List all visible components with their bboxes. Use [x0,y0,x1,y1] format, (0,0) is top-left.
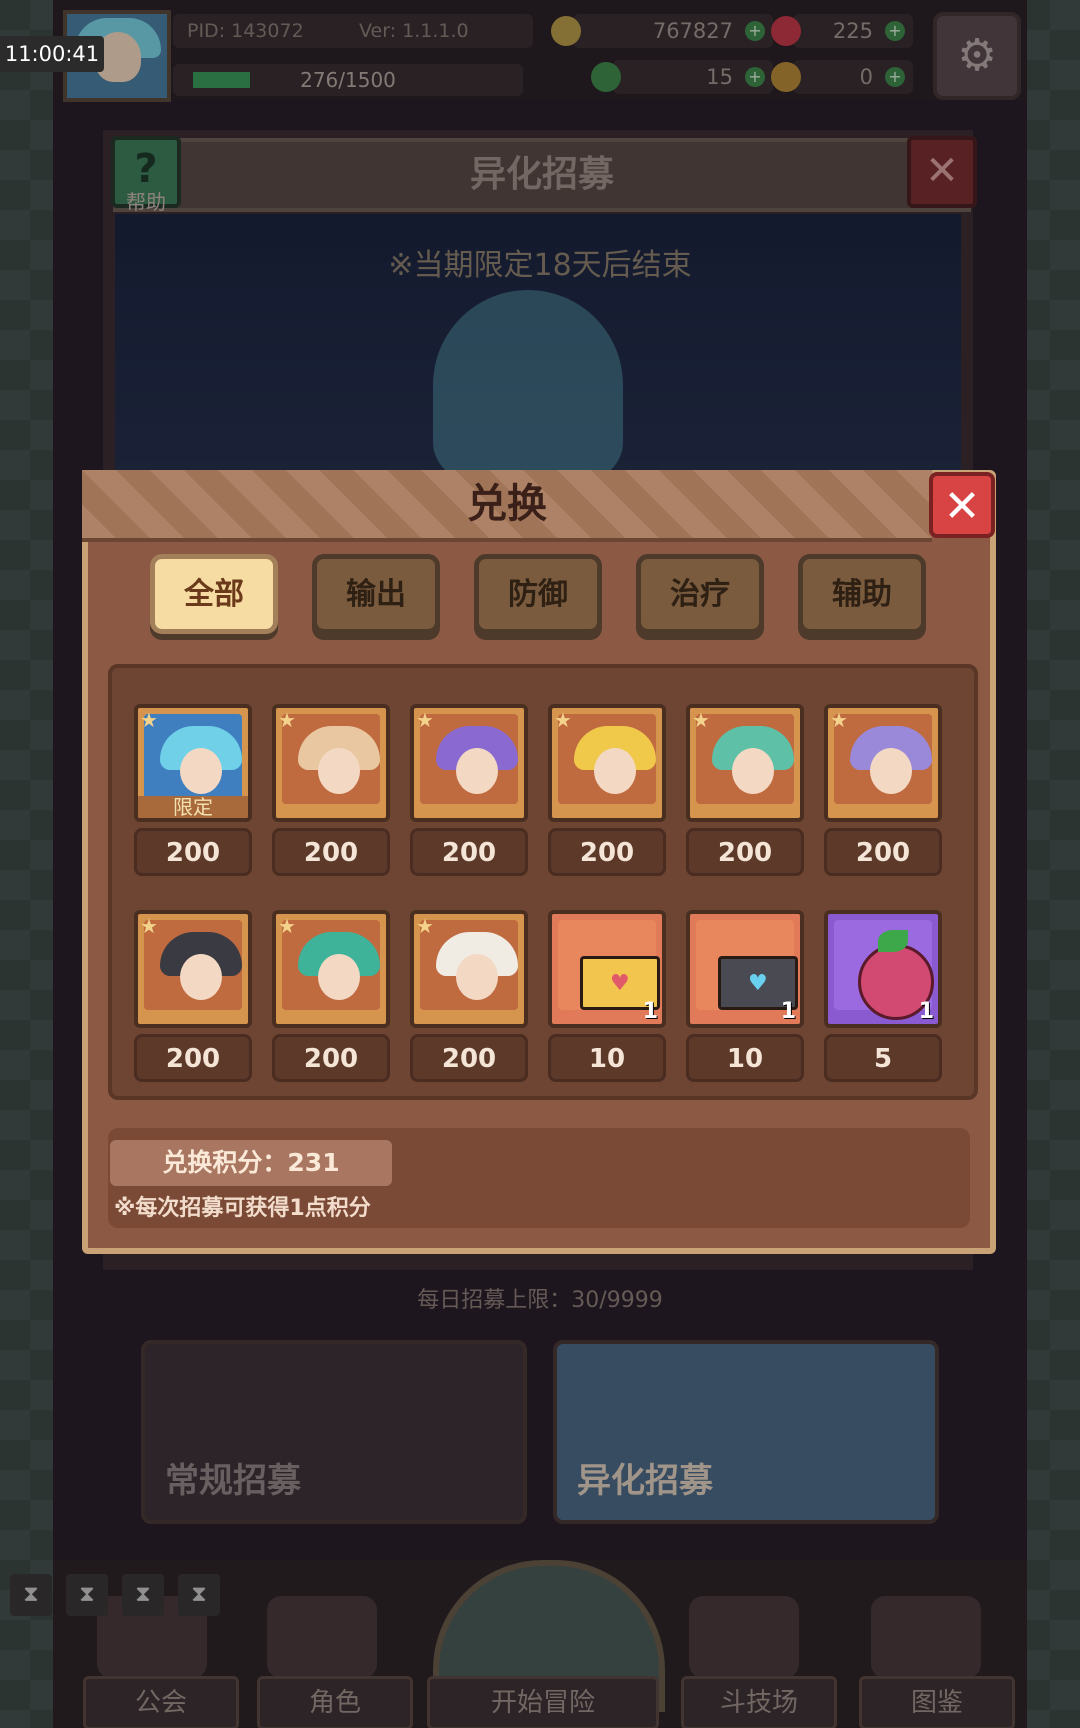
item-count: 1 [918,999,934,1024]
rarity-star-icon: ★ [278,708,296,732]
leaf-shape [878,930,908,952]
rarity-star-icon: ★ [416,708,434,732]
portrait-background [558,714,656,804]
item-price: 200 [410,1034,528,1082]
hero-face [180,954,222,1000]
portrait-background: ♥ [696,920,798,1010]
portrait-background [420,714,518,804]
rarity-star-icon: ★ [830,708,848,732]
portrait-background [834,920,934,1020]
hero-portrait: ★ [272,910,390,1028]
portrait-background [420,920,518,1010]
item-count: 1 [642,999,658,1024]
rarity-star-icon: ★ [278,914,296,938]
rarity-star-icon: ★ [140,914,158,938]
hero-portrait: ★ [134,910,252,1028]
envelope-icon: ♥ 1 [686,910,804,1028]
hero-portrait: ★ 限定 [134,704,252,822]
tab-0[interactable]: 全部 [150,554,278,634]
rarity-star-icon: ★ [140,708,158,732]
item-price: 200 [410,828,528,876]
item-price: 10 [686,1034,804,1082]
portrait-background [696,714,794,804]
fruit-icon: 1 [824,910,942,1028]
tab-3[interactable]: 治疗 [636,554,764,634]
hero-face [456,954,498,1000]
hero-portrait: ★ [548,704,666,822]
hero-face [318,954,360,1000]
portrait-background [282,920,380,1010]
portrait-background [282,714,380,804]
item-price: 200 [548,828,666,876]
item-price: 200 [824,828,942,876]
exchange-item-grid: ★ 限定 200 ★ 200 ★ 200 ★ 200 ★ 200 ★ 200 ★ 200 ★ 200 ★ 200 ♥ 1… [108,664,978,1100]
envelope-icon: ♥ 1 [548,910,666,1028]
rarity-star-icon: ★ [554,708,572,732]
hero-portrait: ★ [410,910,528,1028]
hero-face [180,748,222,794]
item-price: 200 [272,1034,390,1082]
status-clock: 11:00:41 [0,36,104,72]
rarity-star-icon: ★ [692,708,710,732]
item-price: 200 [134,1034,252,1082]
hero-face [870,748,912,794]
heart-icon: ♥ [610,971,630,996]
hero-portrait: ★ [410,704,528,822]
portrait-background [834,714,932,804]
hero-portrait: ★ [824,704,942,822]
item-count: 1 [780,999,796,1024]
hero-face [318,748,360,794]
portrait-background: ♥ [558,920,660,1010]
portrait-background [144,920,242,1010]
hero-portrait: ★ [272,704,390,822]
limited-tag: 限定 [138,796,248,818]
hero-portrait: ★ [686,704,804,822]
item-price: 5 [824,1034,942,1082]
hero-face [732,748,774,794]
tab-1[interactable]: 输出 [312,554,440,634]
item-price: 200 [272,828,390,876]
exchange-points: 兑换积分：231 [110,1140,392,1186]
portrait-background [144,714,242,804]
item-price: 200 [686,828,804,876]
points-note: ※每次招募可获得1点积分 [114,1196,371,1221]
exchange-close-button[interactable]: ✕ [929,472,995,538]
tab-2[interactable]: 防御 [474,554,602,634]
tab-4[interactable]: 辅助 [798,554,926,634]
hero-face [456,748,498,794]
item-price: 200 [134,828,252,876]
exchange-title: 兑换 [82,470,932,542]
heart-icon: ♥ [748,971,768,996]
hero-face [594,748,636,794]
item-price: 10 [548,1034,666,1082]
rarity-star-icon: ★ [416,914,434,938]
